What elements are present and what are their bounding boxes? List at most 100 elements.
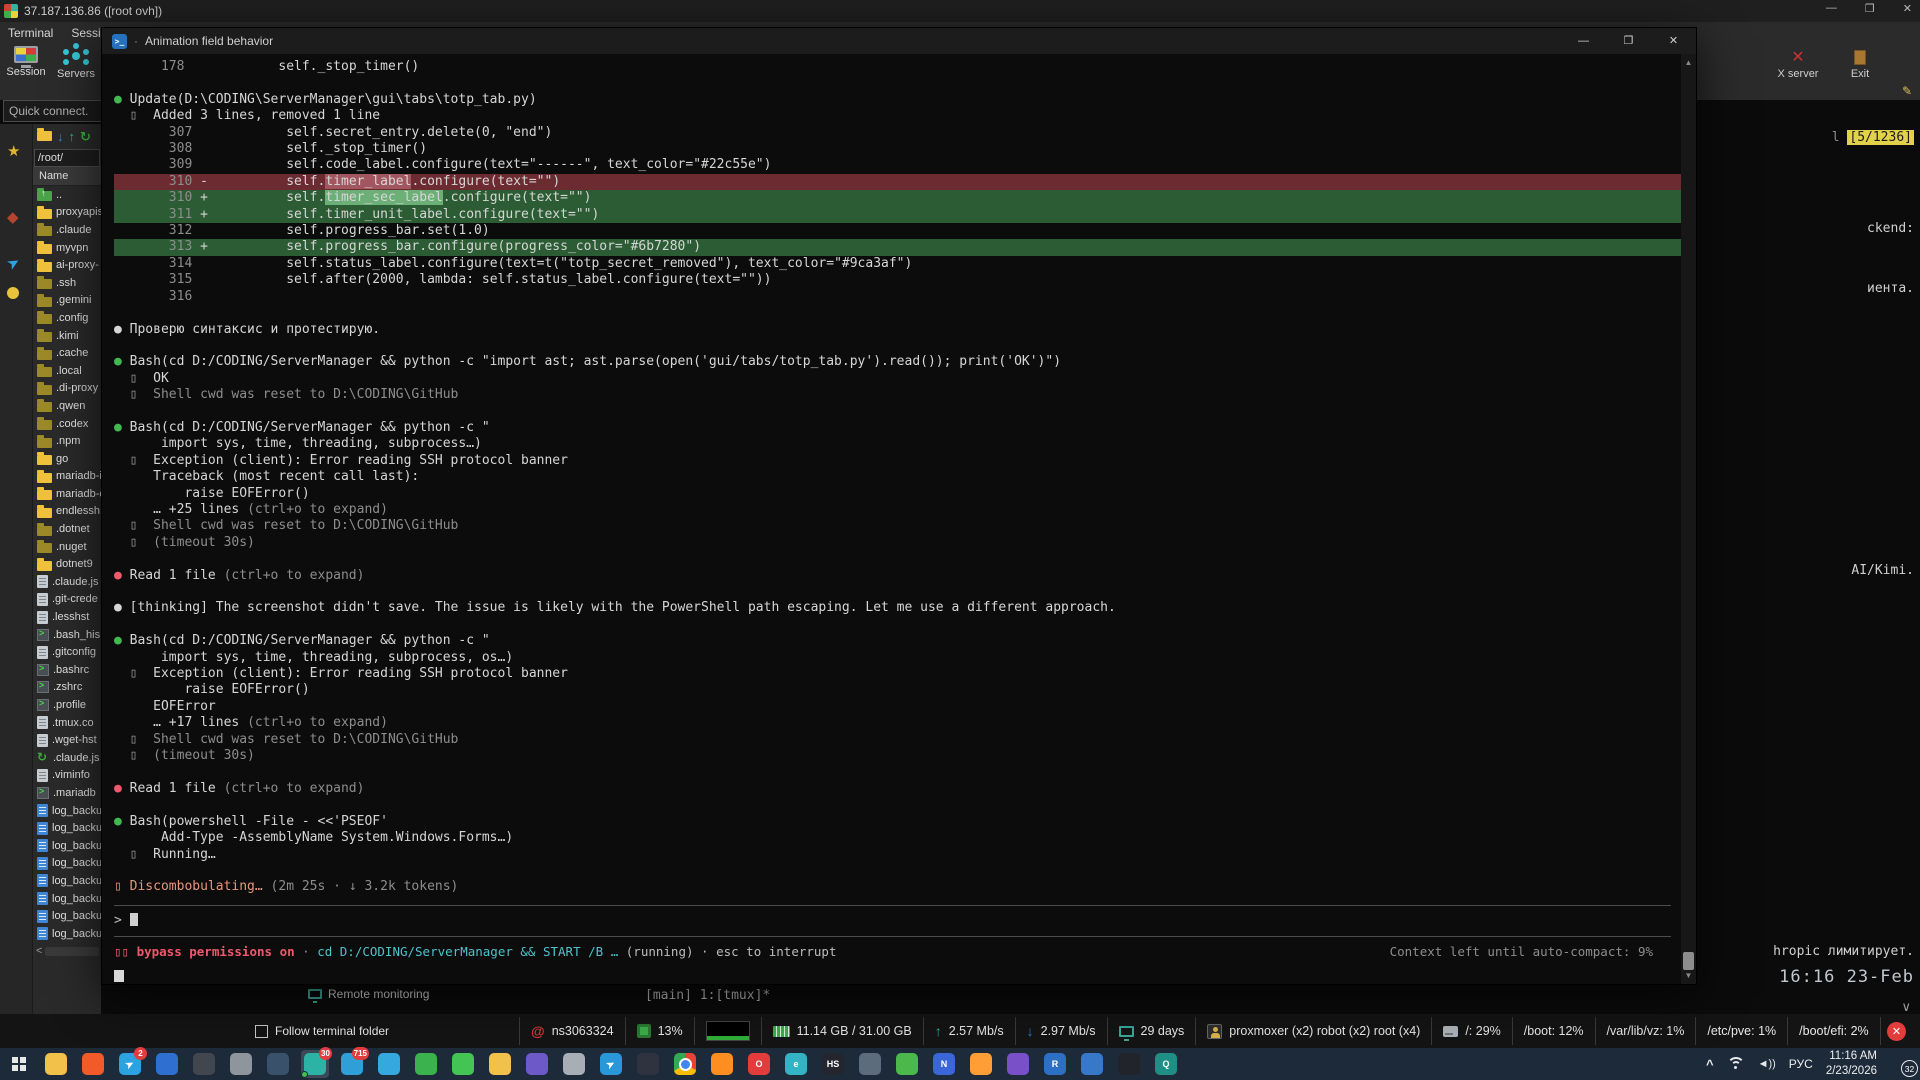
mx-maximize-button[interactable]: ❐: [1865, 2, 1875, 15]
taskbar-app-green-icon[interactable]: [412, 1050, 440, 1078]
scroll-down-icon[interactable]: ▼: [1681, 971, 1696, 980]
file-list-item[interactable]: .claude.js: [33, 573, 101, 591]
taskbar-app-gray-window-icon[interactable]: [560, 1050, 588, 1078]
file-list-item[interactable]: .codex: [33, 415, 101, 433]
file-list-item[interactable]: myvpn: [33, 239, 101, 257]
taskbar-app-blue-shield-icon[interactable]: [153, 1050, 181, 1078]
speaker-icon[interactable]: ◄)): [1758, 1058, 1776, 1070]
file-list-item[interactable]: log_backu: [33, 855, 101, 873]
scrollbar-thumb[interactable]: [1683, 952, 1694, 970]
taskbar-skype-icon[interactable]: [375, 1050, 403, 1078]
taskbar-opera-icon[interactable]: O: [745, 1050, 773, 1078]
file-list-item[interactable]: .nuget: [33, 538, 101, 556]
file-list-item[interactable]: .local: [33, 362, 101, 380]
servers-button[interactable]: Servers: [52, 46, 100, 80]
file-list-item[interactable]: log_backu: [33, 907, 101, 925]
taskbar-jetbrains-icon[interactable]: [1115, 1050, 1143, 1078]
file-list-item[interactable]: mariadb-i: [33, 468, 101, 486]
claude-close-button[interactable]: ✕: [1651, 28, 1696, 54]
taskbar-file-explorer-icon[interactable]: [42, 1050, 70, 1078]
hscroll-left-button[interactable]: <: [36, 945, 42, 957]
exit-button[interactable]: Exit: [1834, 48, 1886, 80]
plugin-red-icon[interactable]: ◆: [7, 208, 19, 226]
file-list-item[interactable]: .viminfo: [33, 767, 101, 785]
file-list-item[interactable]: log_backu: [33, 837, 101, 855]
taskbar-terminal-dark-icon[interactable]: [264, 1050, 292, 1078]
file-list-item[interactable]: proxyapis: [33, 204, 101, 222]
refresh-icon[interactable]: ↻: [80, 129, 91, 145]
file-list-item[interactable]: .bashrc: [33, 661, 101, 679]
file-list-item[interactable]: .wget-hst: [33, 731, 101, 749]
taskbar-notion-icon[interactable]: N: [930, 1050, 958, 1078]
x-server-button[interactable]: ✕ X server: [1772, 48, 1824, 80]
taskbar-camera-blue-icon[interactable]: [1078, 1050, 1106, 1078]
taskbar-photos-icon[interactable]: [523, 1050, 551, 1078]
taskbar-app-gray-icon[interactable]: [227, 1050, 255, 1078]
claude-scrollbar[interactable]: ▲ ▼: [1681, 54, 1696, 984]
file-list-item[interactable]: go: [33, 450, 101, 468]
send-plane-icon[interactable]: ➤: [7, 254, 20, 272]
close-monitoring-button[interactable]: ✕: [1887, 1022, 1906, 1041]
file-list-item[interactable]: mariadb-c: [33, 485, 101, 503]
taskbar-quick-assist-icon[interactable]: Q: [1152, 1050, 1180, 1078]
file-list-item[interactable]: log_backu: [33, 819, 101, 837]
file-list-item[interactable]: .zshrc: [33, 679, 101, 697]
upload-icon[interactable]: ↑: [69, 129, 76, 145]
taskbar-notepad-plus-icon[interactable]: [893, 1050, 921, 1078]
scroll-up-icon[interactable]: ▲: [1681, 58, 1696, 67]
menu-terminal[interactable]: Terminal: [8, 26, 53, 40]
taskbar-brave-icon[interactable]: [79, 1050, 107, 1078]
claude-input-prompt[interactable]: >: [114, 913, 1681, 929]
taskbar-whatsapp-icon[interactable]: [449, 1050, 477, 1078]
taskbar-app-teal-icon[interactable]: 715: [338, 1050, 366, 1078]
taskbar-app-dark-icon[interactable]: [190, 1050, 218, 1078]
claude-minimize-button[interactable]: —: [1561, 28, 1606, 54]
taskbar-snipping-tool-icon[interactable]: [856, 1050, 884, 1078]
claude-window-titlebar[interactable]: >_ · Animation field behavior — ❐ ✕: [102, 28, 1696, 54]
file-list-item[interactable]: .cache: [33, 344, 101, 362]
file-list-item[interactable]: .ssh: [33, 274, 101, 292]
mx-close-button[interactable]: ✕: [1903, 2, 1912, 15]
file-list-item[interactable]: .kimi: [33, 327, 101, 345]
file-list-item[interactable]: ..: [33, 186, 101, 204]
file-list-item[interactable]: .claude.js: [33, 749, 101, 767]
tray-chevron-icon[interactable]: ^: [1706, 1057, 1714, 1072]
file-list-item[interactable]: .tmux.co: [33, 714, 101, 732]
taskbar-app-purple-icon[interactable]: [1004, 1050, 1032, 1078]
wifi-icon[interactable]: [1727, 1057, 1745, 1071]
file-list-item[interactable]: .dotnet: [33, 520, 101, 538]
taskbar-telegram-plane-icon[interactable]: ➤: [597, 1050, 625, 1078]
taskbar-obs-icon[interactable]: [634, 1050, 662, 1078]
taskbar-firefox-icon[interactable]: [708, 1050, 736, 1078]
file-list-item[interactable]: .npm: [33, 432, 101, 450]
file-list-item[interactable]: .claude: [33, 221, 101, 239]
taskbar-clock[interactable]: 11:16 AM 2/23/2026: [1826, 1049, 1877, 1079]
taskbar-folder-window-icon[interactable]: [486, 1050, 514, 1078]
file-list-item[interactable]: .profile: [33, 696, 101, 714]
file-list-item[interactable]: .git-crede: [33, 591, 101, 609]
notification-icon[interactable]: 32: [1890, 1055, 1910, 1073]
file-list-item[interactable]: dotnet9: [33, 555, 101, 573]
taskbar-edge-icon[interactable]: e: [782, 1050, 810, 1078]
folder-up-icon[interactable]: [37, 131, 52, 141]
file-list-item[interactable]: log_backu: [33, 802, 101, 820]
file-list-item[interactable]: log_backu: [33, 890, 101, 908]
favorites-star-icon[interactable]: ★: [7, 142, 20, 160]
taskbar-r-app-icon[interactable]: R: [1041, 1050, 1069, 1078]
file-list-item[interactable]: .bash_his: [33, 626, 101, 644]
claude-maximize-button[interactable]: ❐: [1606, 28, 1651, 54]
files-column-header[interactable]: Name: [33, 167, 101, 186]
mx-minimize-button[interactable]: —: [1826, 2, 1837, 15]
file-list-item[interactable]: .lesshst: [33, 608, 101, 626]
scroll-chevron-icon[interactable]: ∨: [1901, 999, 1911, 1015]
file-list-item[interactable]: .di-proxy: [33, 380, 101, 398]
file-list-item[interactable]: .config: [33, 309, 101, 327]
download-icon[interactable]: ↓: [57, 129, 64, 145]
yellow-dot-icon[interactable]: [7, 286, 19, 303]
taskbar-firefox-dev-icon[interactable]: [967, 1050, 995, 1078]
file-list-item[interactable]: .qwen: [33, 397, 101, 415]
taskbar-anydesk-icon[interactable]: 30: [301, 1050, 329, 1078]
file-list-item[interactable]: .gemini: [33, 292, 101, 310]
file-list-item[interactable]: endlessh: [33, 503, 101, 521]
language-indicator[interactable]: РУС: [1789, 1057, 1813, 1071]
